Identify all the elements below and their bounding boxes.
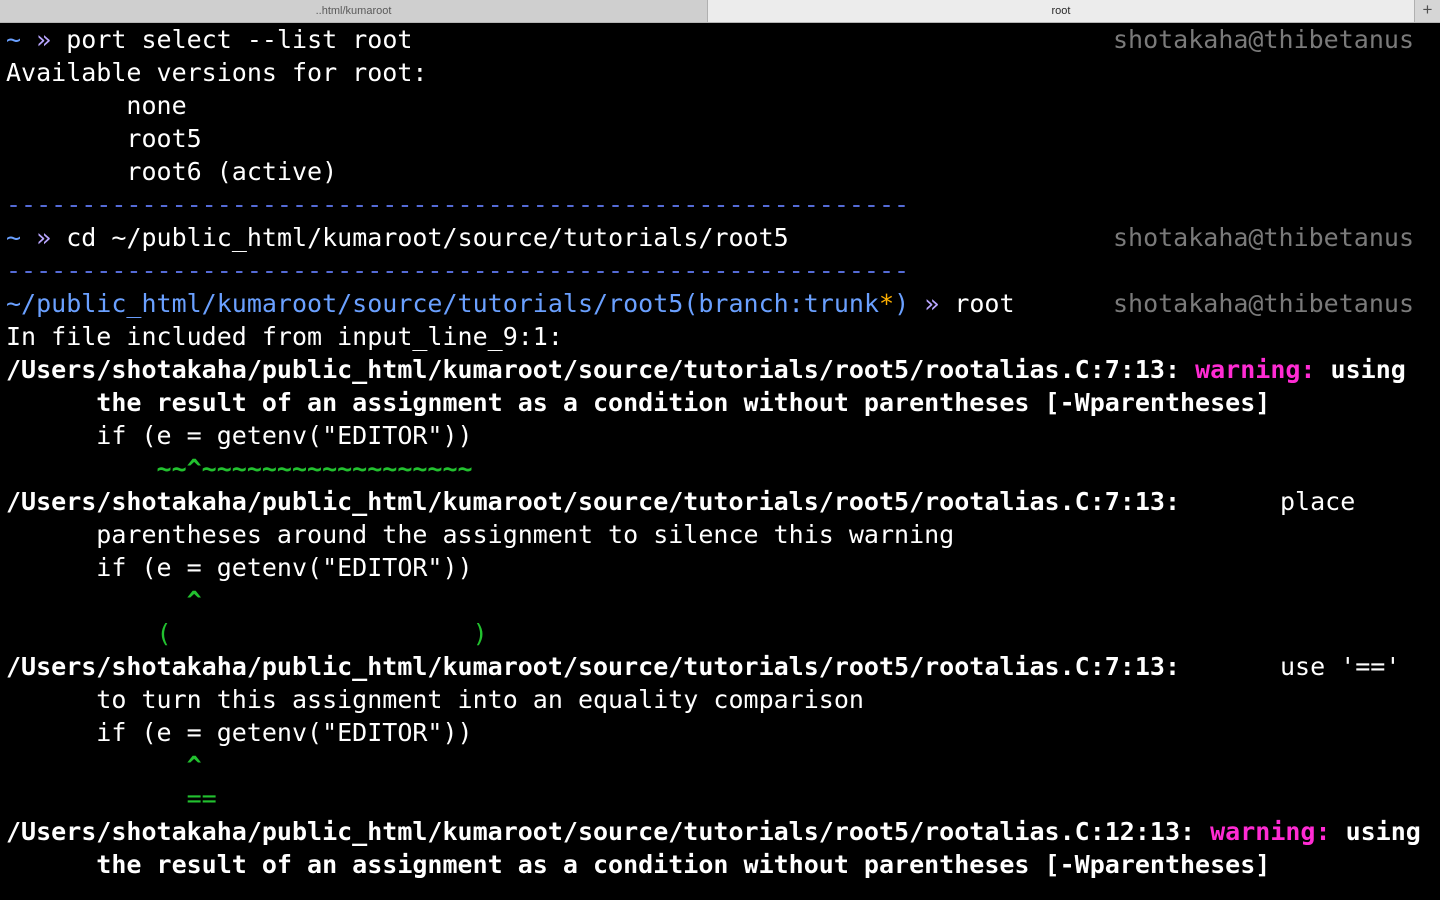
user-host-label: shotakaha@thibetanus — [1112, 25, 1414, 54]
output-line: root5 — [6, 124, 202, 153]
diagnostic-message: the result of an assignment as a conditi… — [6, 850, 1271, 879]
command-text: cd ~/public_html/kumaroot/source/tutoria… — [66, 223, 789, 252]
branch-close: ) — [894, 289, 910, 318]
prompt-arrow-icon: » — [36, 25, 52, 54]
diagnostic-location: /Users/shotakaha/public_html/kumaroot/so… — [6, 355, 1196, 384]
diagnostic-line: /Users/shotakaha/public_html/kumaroot/so… — [6, 815, 1421, 848]
tab-bar: ..html/kumaroot root + — [0, 0, 1440, 23]
diagnostic-location: /Users/shotakaha/public_html/kumaroot/so… — [6, 487, 1180, 516]
diagnostic-line: /Users/shotakaha/public_html/kumaroot/so… — [6, 353, 1406, 386]
diagnostic-location: /Users/shotakaha/public_html/kumaroot/so… — [6, 652, 1180, 681]
prompt-tilde: ~ — [6, 223, 22, 252]
output-line: none — [6, 91, 187, 120]
caret-marker: ^ — [6, 586, 202, 615]
prompt-line-2: ~ » cd ~/public_html/kumaroot/source/tut… — [6, 221, 789, 254]
source-line: if (e = getenv("EDITOR")) — [6, 553, 473, 582]
separator-line: ----------------------------------------… — [6, 256, 910, 285]
command-text: port select --list root — [66, 25, 413, 54]
source-line: if (e = getenv("EDITOR")) — [6, 421, 473, 450]
terminal-output[interactable]: ~ » port select --list root shotakaha@th… — [0, 23, 1440, 900]
user-host-label: shotakaha@thibetanus — [1112, 223, 1414, 252]
fixit-hint: == — [6, 784, 217, 813]
caret-marker: ^ — [6, 751, 202, 780]
dirty-star-icon: * — [879, 289, 895, 318]
separator-line: ----------------------------------------… — [6, 190, 910, 219]
user-host-label: shotakaha@thibetanus — [1112, 289, 1414, 318]
note-message: to turn this assignment into an equality… — [6, 685, 864, 714]
fixit-hint: ( ) — [6, 619, 488, 648]
output-line: In file included from input_line_9:1: — [6, 322, 563, 351]
output-line: root6 (active) — [6, 157, 338, 186]
tab-root[interactable]: root — [708, 0, 1414, 22]
diagnostic-line: /Users/shotakaha/public_html/kumaroot/so… — [6, 650, 1180, 683]
note-message: parentheses around the assignment to sil… — [6, 520, 955, 549]
prompt-arrow-icon: » — [924, 289, 940, 318]
prompt-path: ~/public_html/kumaroot/source/tutorials/… — [6, 289, 684, 318]
branch-open: (branch: — [683, 289, 804, 318]
prompt-arrow-icon: » — [36, 223, 52, 252]
diagnostic-line: /Users/shotakaha/public_html/kumaroot/so… — [6, 485, 1180, 518]
note-message: place — [1280, 487, 1356, 516]
diagnostic-message: using — [1315, 355, 1406, 384]
output-line: Available versions for root: — [6, 58, 428, 87]
new-tab-button[interactable]: + — [1414, 0, 1440, 22]
source-line: if (e = getenv("EDITOR")) — [6, 718, 473, 747]
note-message: use '==' — [1280, 652, 1401, 681]
prompt-line-3: ~/public_html/kumaroot/source/tutorials/… — [6, 287, 1015, 320]
branch-name: trunk — [803, 289, 879, 318]
warning-label: warning: — [1210, 817, 1331, 846]
diagnostic-message: using — [1330, 817, 1421, 846]
tab-kumaroot[interactable]: ..html/kumaroot — [0, 0, 708, 22]
caret-underline: ~~^~~~~~~~~~~~~~~~~~~ — [6, 454, 473, 483]
warning-label: warning: — [1195, 355, 1316, 384]
prompt-line-1: ~ » port select --list root — [6, 23, 412, 56]
prompt-tilde: ~ — [6, 25, 22, 54]
diagnostic-message: the result of an assignment as a conditi… — [6, 388, 1271, 417]
command-text: root — [954, 289, 1015, 318]
diagnostic-location: /Users/shotakaha/public_html/kumaroot/so… — [6, 817, 1211, 846]
